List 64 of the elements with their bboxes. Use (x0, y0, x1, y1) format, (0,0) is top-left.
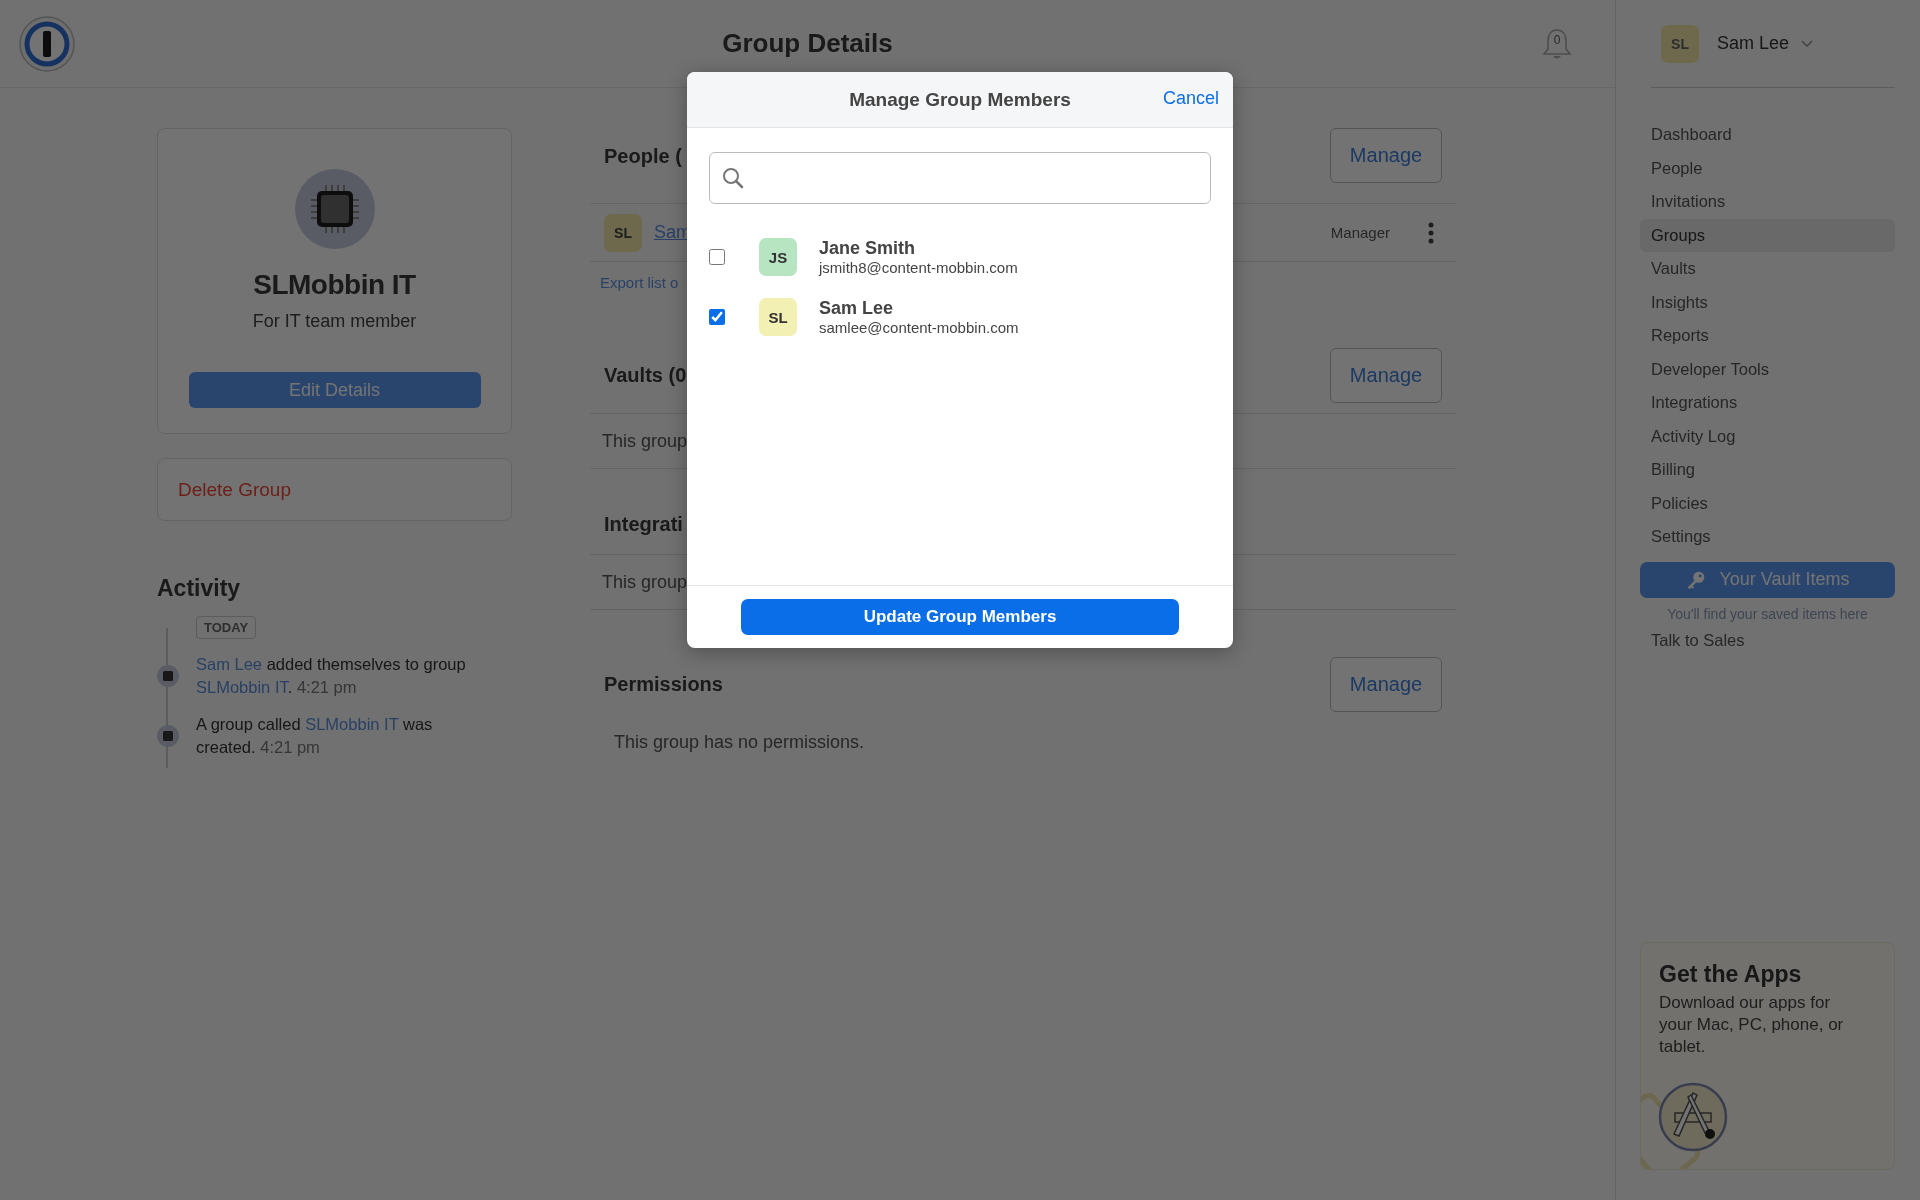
activity-heading: Activity (157, 575, 242, 602)
update-members-button[interactable]: Update Group Members (741, 599, 1179, 635)
member-avatar: JS (759, 238, 797, 276)
manage-button[interactable]: Manage (1330, 128, 1442, 183)
chevron-down-icon[interactable] (1801, 39, 1814, 48)
empty-message: This group has no permissions. (614, 731, 865, 753)
export-link[interactable]: Export list o (600, 274, 679, 291)
user-avatar[interactable]: SL (1661, 24, 1699, 63)
nav-item[interactable]: Developer Tools (1640, 352, 1895, 386)
member-checkbox[interactable] (709, 309, 725, 325)
page-title: Group Details (722, 28, 893, 59)
nav-item[interactable]: People (1640, 151, 1895, 185)
nav-item[interactable]: Reports (1640, 319, 1895, 353)
empty-message: This group (602, 430, 688, 452)
apps-title: Get the Apps (1659, 961, 1803, 988)
nav-item[interactable]: Integrations (1640, 386, 1895, 420)
manage-button[interactable]: Manage (1330, 656, 1442, 712)
member-avatar: SL (759, 298, 797, 336)
apps-text: Download our apps for your Mac, PC, phone, or tablet. (1659, 992, 1845, 1058)
activity-text: Sam Lee added themselves to group SLMobbin IT. 4:21 pm (196, 654, 467, 698)
date-tag: TODAY (196, 616, 257, 639)
nav-item[interactable]: Groups (1640, 218, 1895, 252)
logo-icon[interactable] (19, 15, 75, 72)
member-checkbox[interactable] (709, 249, 725, 265)
activity-link[interactable]: SLMobbin IT (305, 715, 399, 733)
talk-to-sales-link[interactable]: Talk to Sales (1640, 623, 1895, 657)
section-title: Permissions (604, 672, 723, 696)
cancel-button[interactable]: Cancel (1162, 86, 1219, 111)
search-field[interactable] (709, 152, 1211, 204)
member-avatar: SL (604, 213, 642, 252)
member-name: Sam Lee (819, 298, 895, 319)
nav-item[interactable]: Policies (1640, 486, 1895, 520)
nav-item[interactable]: Vaults (1640, 252, 1895, 286)
event-icon (157, 665, 179, 687)
group-description: For IT team member (252, 311, 417, 332)
section-title: Integrati (604, 513, 683, 536)
group-name: SLMobbin IT (253, 269, 416, 301)
user-name[interactable]: Sam Lee (1717, 33, 1790, 54)
more-options-icon[interactable] (1428, 221, 1434, 244)
search-icon (722, 167, 744, 189)
nav-item[interactable]: Insights (1640, 285, 1895, 319)
section-title: Vaults (0 (604, 364, 687, 387)
member-name: Jane Smith (819, 238, 917, 259)
member-role: Manager (1330, 224, 1390, 241)
vault-items-button[interactable]: Your Vault Items (1640, 561, 1895, 598)
edit-details-button[interactable]: Edit Details (188, 372, 481, 408)
nav-item[interactable]: Settings (1640, 520, 1895, 554)
activity-link[interactable]: SLMobbin IT (196, 678, 288, 696)
member-email: jsmith8@content-mobbin.com (819, 259, 1018, 276)
notification-count: 0 (1552, 32, 1562, 47)
member-email: samlee@content-mobbin.com (819, 319, 1019, 336)
activity-text: A group called SLMobbin IT was created. 4:21 pm (196, 714, 434, 758)
manage-button[interactable]: Manage (1330, 348, 1442, 403)
nav-item[interactable]: Invitations (1640, 185, 1895, 219)
event-icon (157, 725, 179, 747)
nav-item[interactable]: Dashboard (1640, 118, 1895, 152)
dialog-title: Manage Group Members (849, 88, 1071, 111)
activity-link[interactable]: Sam Lee (196, 655, 263, 673)
nav-item[interactable]: Billing (1640, 453, 1895, 487)
nav-item[interactable]: Activity Log (1640, 419, 1895, 453)
section-title: People ( (604, 145, 682, 168)
delete-group-button[interactable]: Delete Group (178, 478, 291, 501)
chip-icon (294, 169, 375, 249)
empty-message: This group (602, 571, 688, 593)
